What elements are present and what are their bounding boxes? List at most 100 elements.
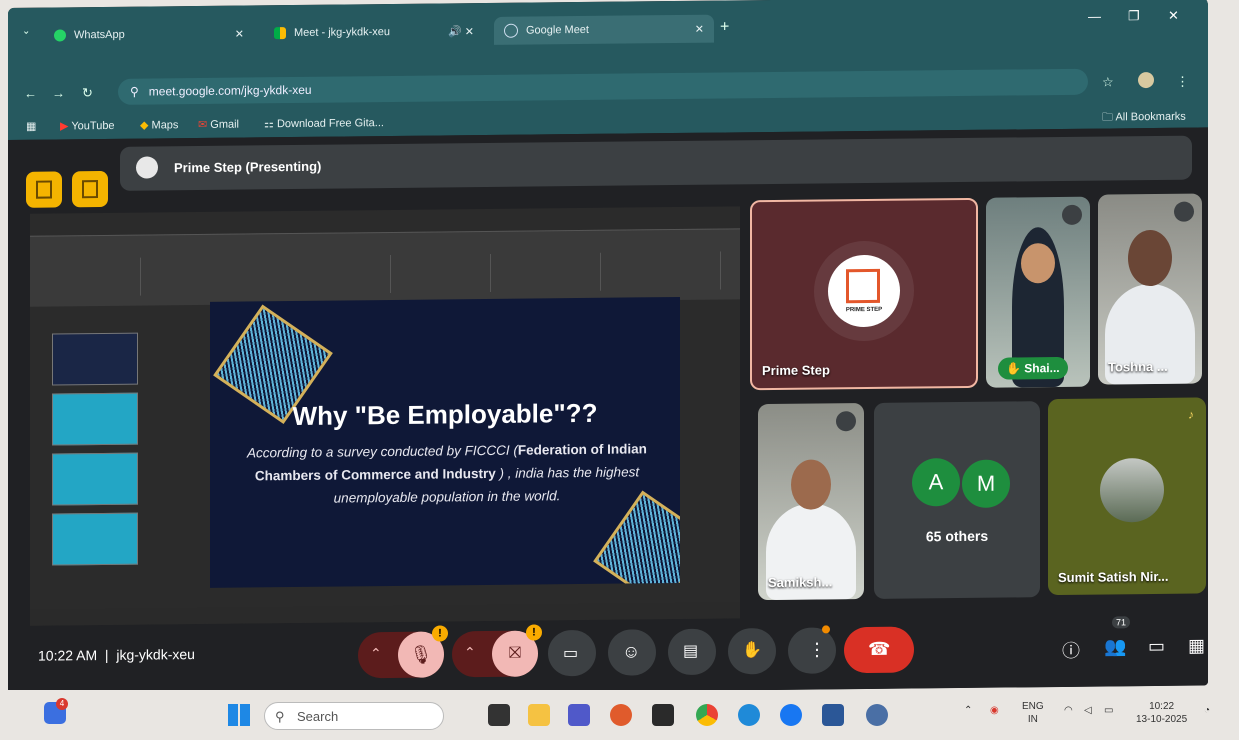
pin-presentation-button[interactable]	[26, 171, 62, 208]
participant-face	[791, 459, 831, 510]
reload-icon[interactable]: ↻	[82, 85, 93, 101]
raise-hand-button[interactable]: ✋	[728, 627, 776, 675]
menu-kebab-icon[interactable]: ⋮	[1176, 74, 1189, 90]
mic-options-icon[interactable]: ⌃	[370, 645, 382, 662]
bookmark-gita[interactable]: ⚏ Download Free Gita...	[264, 116, 384, 130]
tile-toshna[interactable]: Toshna ...	[1098, 193, 1202, 385]
maximize-icon[interactable]: ❐	[1128, 8, 1140, 24]
copilot-icon[interactable]	[610, 704, 632, 726]
captions-button[interactable]: ▤	[668, 628, 716, 676]
present-button[interactable]: ▭	[548, 629, 596, 677]
edge-icon[interactable]	[738, 704, 760, 726]
audio-icon[interactable]: 🔊 ✕	[448, 25, 474, 38]
bookmark-maps[interactable]: ◆ Maps	[140, 118, 178, 131]
meet-icon	[274, 27, 286, 40]
windows-taskbar: 4 ⚲ Search ⌃ ◉ ENG IN ◠ ◁ ▭ 10:22 13-10-20…	[0, 690, 1239, 740]
tile-samiksh[interactable]: Samiksh...	[758, 403, 864, 601]
tab-google-meet[interactable]: Google Meet ✕	[494, 14, 714, 45]
url-text: meet.google.com/jkg-ykdk-xeu	[148, 82, 312, 99]
notification-icon[interactable]: ◔	[1204, 704, 1210, 717]
notification-dot	[822, 625, 830, 634]
site-info-icon[interactable]: ⚲	[130, 85, 139, 99]
ribbon-group	[610, 251, 721, 291]
star-icon[interactable]: ☆	[1102, 74, 1114, 90]
folder-icon: 🗀	[1102, 111, 1113, 124]
emoji-button[interactable]: ☺	[608, 629, 656, 676]
layout-button[interactable]	[72, 170, 108, 208]
raised-hand-chip: ✋ Shai...	[998, 356, 1068, 380]
people-icon[interactable]: 👥	[1104, 636, 1126, 657]
start-icon[interactable]	[228, 704, 250, 726]
app-icon[interactable]	[822, 704, 844, 726]
chevron-up-icon[interactable]: ⌃	[964, 704, 972, 717]
bookmark-gmail[interactable]: ✉ Gmail	[198, 118, 239, 131]
audio-level-icon	[1174, 201, 1194, 222]
minimize-icon[interactable]: —	[1088, 9, 1101, 24]
audio-level-icon	[836, 411, 856, 432]
tile-shai[interactable]: ✋ Shai...	[986, 196, 1090, 388]
wifi-icon[interactable]: ◠	[1064, 704, 1073, 717]
tab-meet[interactable]: Meet - jkg-ykdk-xeu 🔊 ✕	[264, 17, 484, 47]
tile-sumit[interactable]: ♪ Sumit Satish Nir...	[1048, 397, 1206, 596]
slide-thumbnail[interactable]	[52, 332, 138, 386]
presenting-bar: Prime Step (Presenting)	[120, 135, 1192, 191]
slide-body: According to a survey conducted by FICCC…	[247, 441, 647, 506]
chat-icon[interactable]: ▭	[1148, 636, 1165, 657]
shared-screen: Why "Be Employable"?? According to a sur…	[30, 206, 740, 626]
volume-icon[interactable]: ◁	[1084, 704, 1092, 717]
new-tab-icon[interactable]: +	[720, 18, 729, 36]
profile-avatar[interactable]	[1138, 71, 1154, 89]
hand-icon: ✋	[1006, 361, 1021, 376]
back-icon[interactable]: ←	[24, 86, 37, 101]
slide-thumbnail[interactable]	[52, 392, 138, 446]
layout-icon	[82, 180, 98, 199]
leave-call-button[interactable]: ☎	[844, 626, 914, 674]
meeting-details-icon[interactable]: ⓘ	[1062, 637, 1080, 663]
meeting-code: jkg-ykdk-xeu	[116, 646, 195, 663]
ribbon-group	[500, 252, 601, 292]
avatar: M	[960, 457, 1012, 511]
meet-controls: 10:22 AM | jkg-ykdk-xeu ⌃ 🎙 ! ⌃ ⛝ ! ▭ ☺ …	[8, 607, 1208, 698]
clock[interactable]: 10:22 13-10-2025	[1136, 700, 1187, 726]
slide-thumbnail[interactable]	[52, 452, 138, 506]
slide-thumbnail[interactable]	[52, 512, 138, 566]
browser-chrome: ⌄ WhatsApp ✕ Meet - jkg-ykdk-xeu 🔊 ✕ Goo…	[8, 0, 1208, 141]
others-count-label: 65 others	[925, 527, 989, 545]
store-icon[interactable]	[652, 704, 674, 726]
chrome-icon[interactable]	[696, 704, 718, 726]
file-explorer-icon[interactable]	[528, 704, 550, 726]
current-slide: Why "Be Employable"?? According to a sur…	[210, 296, 680, 588]
tray-app-icon[interactable]: ◉	[990, 704, 999, 717]
activities-icon[interactable]: ▦	[1188, 635, 1205, 656]
language-indicator[interactable]: ENG IN	[1022, 700, 1044, 726]
all-bookmarks[interactable]: 🗀 All Bookmarks	[1102, 108, 1186, 128]
tab-label: WhatsApp	[74, 28, 125, 42]
notification-count-badge: 4	[56, 698, 68, 710]
settings-gear-icon[interactable]	[866, 704, 888, 726]
bookmark-youtube[interactable]: ▶ YouTube	[60, 119, 115, 133]
apps-grid-icon[interactable]: ▦	[26, 120, 36, 133]
microphone-control: ⌃ 🎙 !	[358, 625, 448, 679]
tab-search-icon[interactable]: ⌄	[22, 26, 30, 37]
taskbar-search[interactable]: ⚲ Search	[264, 702, 444, 730]
teams-icon[interactable]	[568, 704, 590, 726]
tile-others[interactable]: A M 65 others	[874, 401, 1040, 599]
captions-icon: ▤	[683, 642, 699, 660]
url-field[interactable]: ⚲ meet.google.com/jkg-ykdk-xeu	[118, 68, 1088, 105]
task-view-icon[interactable]	[488, 704, 510, 726]
address-bar-row: ← → ↻ ⚲ meet.google.com/jkg-ykdk-xeu ☆ ⋮	[8, 65, 1208, 110]
present-icon: ▭	[563, 645, 579, 663]
facebook-icon[interactable]	[780, 704, 802, 726]
close-tab-icon[interactable]: ✕	[695, 22, 704, 35]
participant-name: Sumit Satish Nir...	[1058, 568, 1169, 586]
close-window-icon[interactable]: ✕	[1168, 8, 1179, 24]
more-options-button[interactable]: ⋮	[788, 625, 836, 674]
close-tab-icon[interactable]: ✕	[235, 27, 244, 40]
tile-prime-step[interactable]: PRIME STEP Prime Step	[750, 197, 978, 391]
kebab-icon: ⋮	[808, 639, 826, 660]
camera-options-icon[interactable]: ⌃	[464, 644, 476, 661]
tab-whatsapp[interactable]: WhatsApp ✕	[44, 19, 254, 49]
ribbon-group	[40, 257, 141, 297]
battery-icon[interactable]: ▭	[1104, 704, 1113, 717]
forward-icon[interactable]: →	[52, 85, 65, 100]
